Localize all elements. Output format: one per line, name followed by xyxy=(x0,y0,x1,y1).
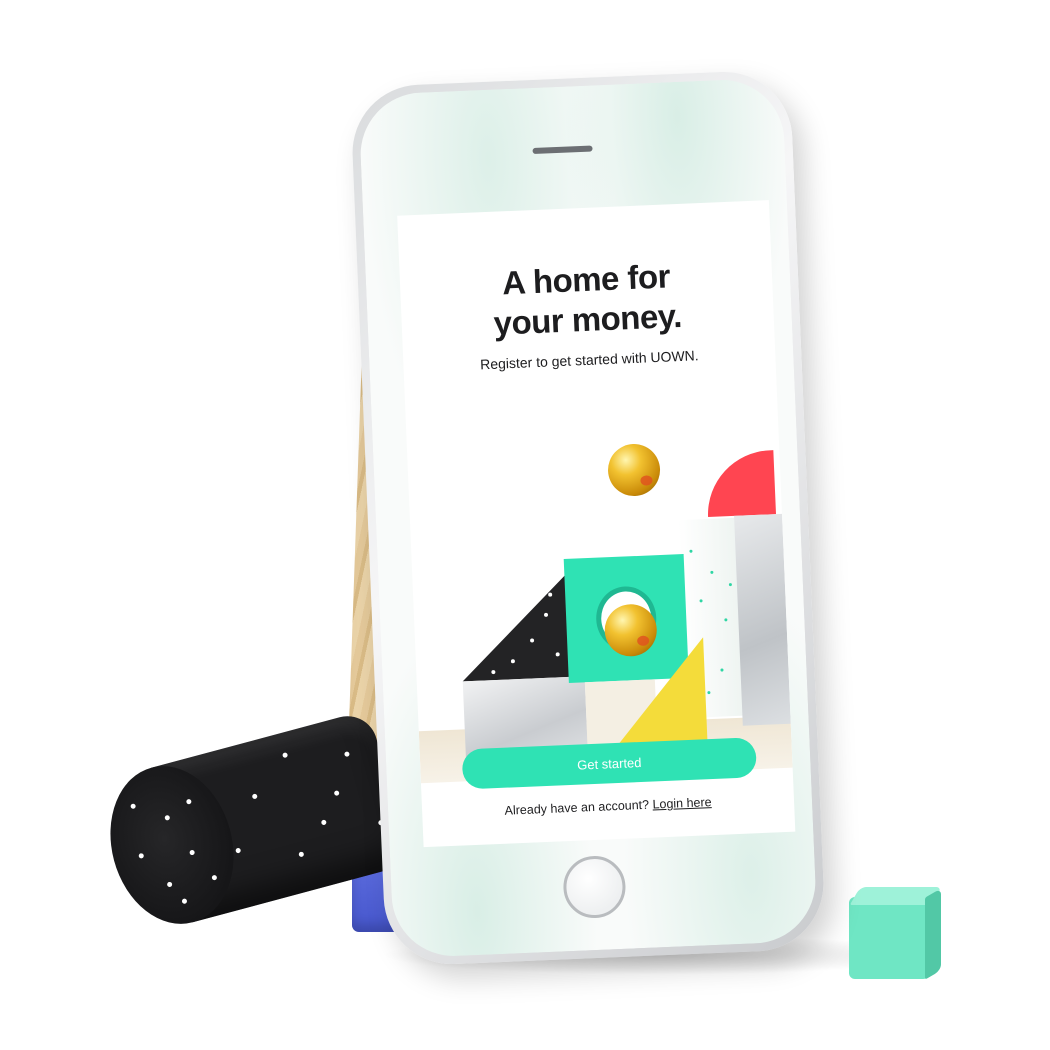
hero-illustration xyxy=(407,438,793,784)
home-button-icon[interactable] xyxy=(562,854,627,920)
page-title: A home for your money. xyxy=(399,252,774,348)
phone-face: A home for your money. Register to get s… xyxy=(358,77,818,959)
smartphone: A home for your money. Register to get s… xyxy=(349,69,827,967)
login-row: Already have an account? Login here xyxy=(422,792,794,822)
gray-tower xyxy=(734,513,791,726)
subtitle: Register to get started with UOWN. xyxy=(479,347,699,373)
black-triangle-specks xyxy=(407,438,779,675)
speaker-grille-icon xyxy=(532,145,593,154)
app-screen: A home for your money. Register to get s… xyxy=(397,200,796,848)
mint-cube xyxy=(849,887,945,983)
gold-ball-top xyxy=(606,442,662,498)
product-scene: A home for your money. Register to get s… xyxy=(0,0,1050,1050)
red-half-circle xyxy=(705,450,777,517)
login-link[interactable]: Login here xyxy=(652,795,712,811)
mint-cube-side xyxy=(925,888,941,980)
login-prompt: Already have an account? xyxy=(504,797,650,818)
black-triangle-block xyxy=(458,571,573,682)
mint-cube-front xyxy=(849,897,929,979)
